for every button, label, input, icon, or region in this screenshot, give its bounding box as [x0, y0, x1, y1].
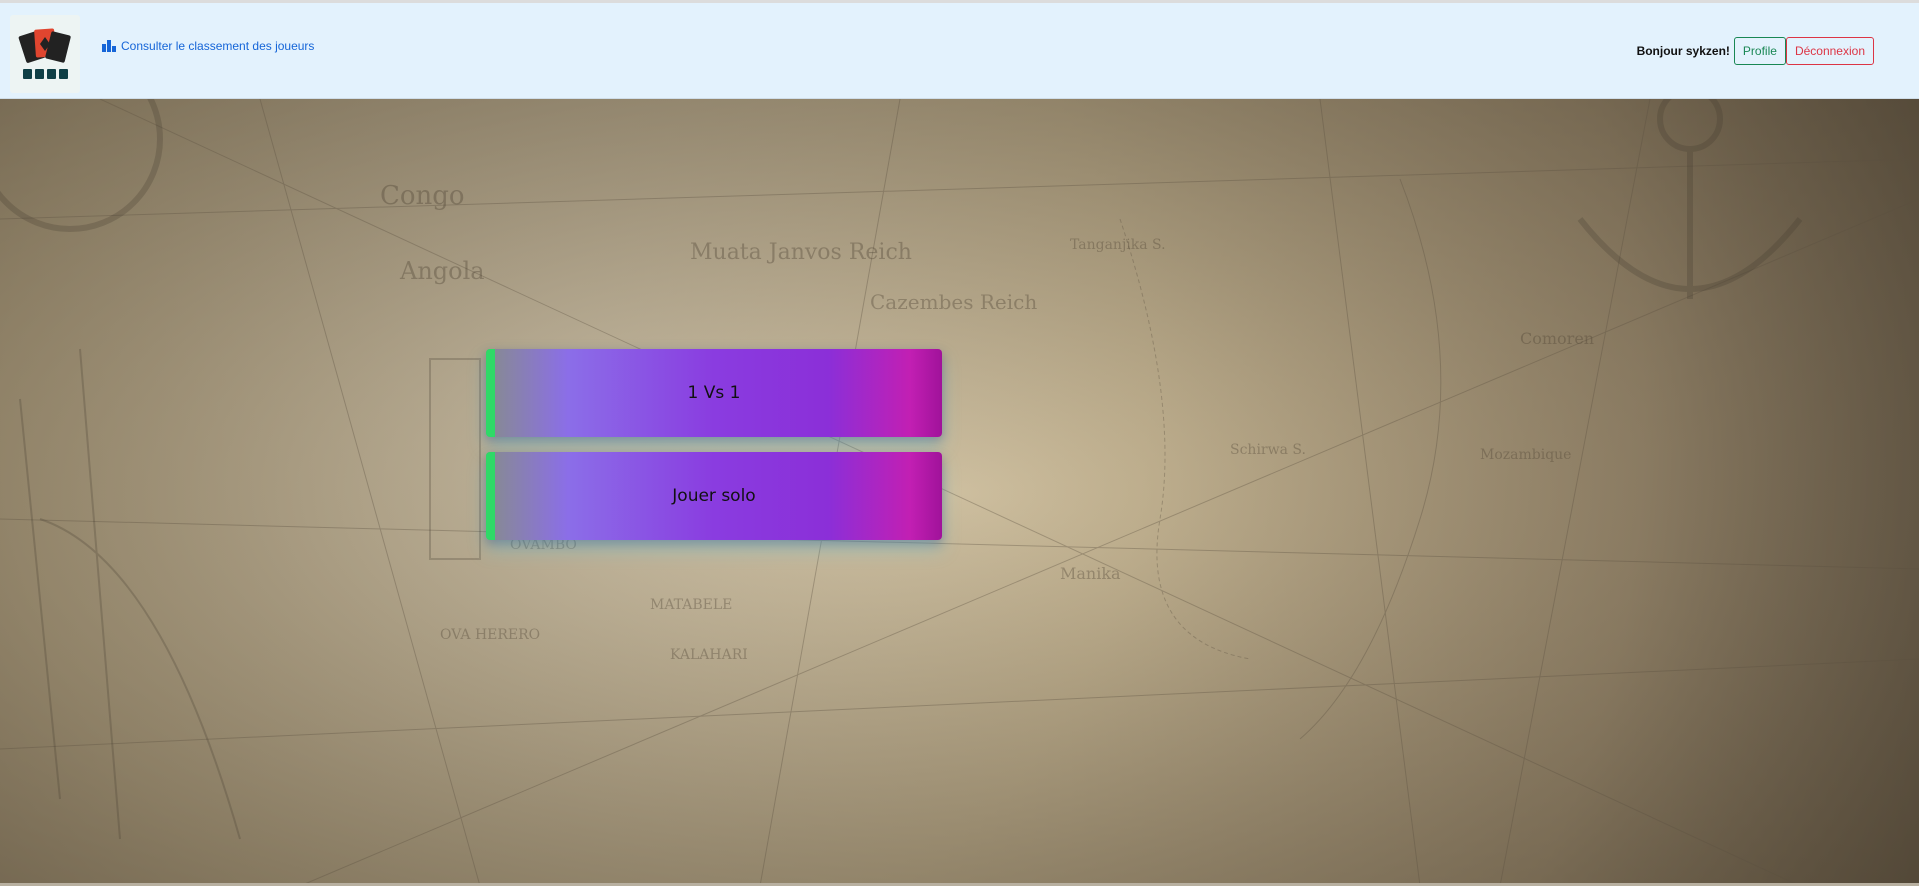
cards-logo-icon	[18, 28, 71, 79]
user-area: Bonjour sykzen! Profile Déconnexion	[1637, 37, 1874, 65]
svg-text:MATABELE: MATABELE	[650, 597, 732, 613]
vintage-map-background: Congo Angola Muata Janvos Reich Cazembes…	[0, 99, 1919, 886]
svg-text:Tanganjika S.: Tanganjika S.	[1070, 237, 1166, 253]
profile-button[interactable]: Profile	[1733, 37, 1786, 65]
svg-text:Comoren: Comoren	[1520, 329, 1594, 348]
svg-text:Congo: Congo	[380, 181, 465, 211]
svg-text:Schirwa S.: Schirwa S.	[1230, 442, 1306, 458]
svg-text:Muata Janvos Reich: Muata Janvos Reich	[690, 240, 912, 265]
svg-text:OVA HERERO: OVA HERERO	[440, 627, 540, 643]
main-area: Congo Angola Muata Janvos Reich Cazembes…	[0, 99, 1919, 886]
ranking-link[interactable]: Consulter le classement des joueurs	[102, 39, 314, 53]
svg-text:Cazembes Reich: Cazembes Reich	[870, 290, 1037, 314]
svg-text:Mozambique: Mozambique	[1480, 447, 1571, 463]
logout-button[interactable]: Déconnexion	[1785, 37, 1874, 65]
one-vs-one-button[interactable]: 1 Vs 1	[486, 349, 942, 437]
ranking-link-label: Consulter le classement des joueurs	[121, 39, 315, 53]
svg-text:Manika: Manika	[1060, 564, 1121, 583]
play-solo-button[interactable]: Jouer solo	[486, 452, 942, 540]
greeting-text: Bonjour sykzen!	[1636, 44, 1730, 58]
podium-icon	[102, 40, 116, 52]
svg-text:Angola: Angola	[399, 257, 485, 285]
navbar: Consulter le classement des joueurs Bonj…	[0, 3, 1919, 99]
svg-text:KALAHARI: KALAHARI	[670, 647, 748, 663]
playing-cards-logo[interactable]	[10, 15, 80, 93]
